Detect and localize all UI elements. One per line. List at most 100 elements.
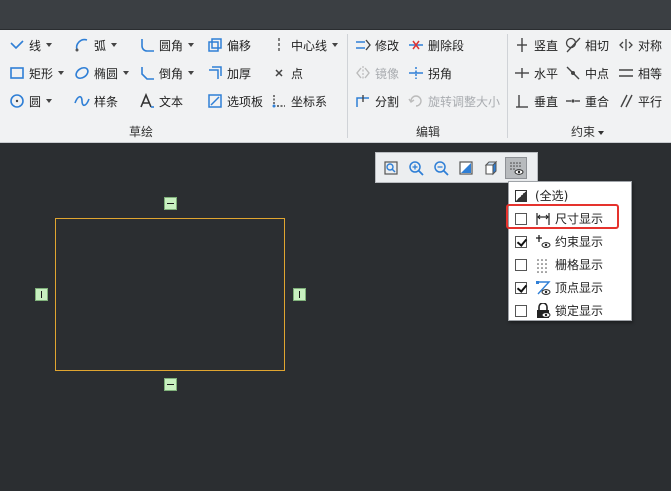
menu-item-grid-display[interactable]: 栅格显示 [509, 253, 631, 276]
offset-button[interactable]: 偏移 [207, 34, 251, 56]
refit-button[interactable] [380, 157, 402, 179]
horizontal-constraint-marker[interactable] [164, 197, 177, 210]
vertical-label: 竖直 [534, 38, 559, 53]
equal-label: 相等 [638, 66, 663, 81]
sketch-rectangle[interactable] [55, 218, 285, 371]
chevron-down-icon[interactable] [58, 71, 65, 75]
dimension-display-checkbox[interactable] [515, 212, 527, 225]
corner-button[interactable]: 拐角 [408, 62, 452, 84]
zoom-out-button[interactable] [430, 157, 452, 179]
sketcher-display-button[interactable] [505, 156, 527, 179]
tangent-constraint-button[interactable]: 相切 [565, 34, 609, 56]
point-button[interactable]: 点 [271, 62, 303, 84]
divide-label: 分割 [375, 94, 400, 109]
midpoint-icon [565, 65, 581, 81]
display-style-button[interactable] [455, 157, 477, 179]
parallel-label: 平行 [638, 94, 663, 109]
horizontal-icon [514, 65, 530, 81]
palette-icon [207, 93, 223, 109]
perpendicular-constraint-button[interactable]: 垂直 [514, 90, 558, 112]
divide-button[interactable]: 分割 [355, 90, 399, 112]
perpendicular-label: 垂直 [534, 94, 559, 109]
delete-segment-icon [408, 37, 424, 53]
circle-button[interactable]: 圆 [9, 90, 53, 112]
circle-icon [9, 93, 25, 109]
chevron-down-icon[interactable] [46, 43, 53, 47]
coincident-constraint-button[interactable]: 重合 [565, 90, 609, 112]
ellipse-label: 椭圆 [94, 66, 119, 81]
menu-item-vertex-display[interactable]: 顶点显示 [509, 276, 631, 299]
menu-item-lock-display[interactable]: 锁定显示 [509, 299, 631, 322]
group-label-constraint[interactable]: 约束 [571, 123, 605, 140]
grid-eye-icon [510, 161, 524, 175]
chevron-down-icon[interactable] [188, 71, 195, 75]
view-toolbar [375, 152, 538, 183]
rectangle-button[interactable]: 矩形 [9, 62, 65, 84]
palette-label: 选项板 [227, 94, 264, 109]
tangent-icon [565, 37, 581, 53]
corner-icon [408, 65, 424, 81]
coordsys-button[interactable]: 坐标系 [271, 90, 327, 112]
ellipse-button[interactable]: 椭圆 [74, 62, 130, 84]
sketcher-display-menu: (全选) 尺寸显示 约束显示 栅格显示 顶点显示 锁定显示 [508, 181, 632, 321]
spline-button[interactable]: 样条 [74, 90, 118, 112]
constraint-display-checkbox[interactable] [515, 235, 527, 248]
grid-display-checkbox[interactable] [515, 258, 527, 271]
thicken-label: 加厚 [227, 66, 252, 81]
horizontal-constraint-button[interactable]: 水平 [514, 62, 558, 84]
thicken-button[interactable]: 加厚 [207, 62, 251, 84]
chevron-down-icon[interactable] [123, 71, 130, 75]
vertical-constraint-button[interactable]: 竖直 [514, 34, 558, 56]
fillet-button[interactable]: 圆角 [139, 34, 195, 56]
rotate-resize-button[interactable]: 旋转调整大小 [408, 90, 500, 112]
menu-item-label: 锁定显示 [555, 304, 604, 318]
mirror-button[interactable]: 镜像 [355, 62, 399, 84]
spline-icon [74, 93, 90, 109]
chevron-down-icon[interactable] [332, 43, 339, 47]
menu-item-select-all[interactable]: (全选) [509, 184, 631, 207]
menu-item-dimension-display[interactable]: 尺寸显示 [509, 207, 631, 230]
line-button[interactable]: 线 [9, 34, 53, 56]
vertical-constraint-marker[interactable] [35, 288, 48, 301]
symmetric-constraint-button[interactable]: 对称 [618, 34, 662, 56]
modify-button[interactable]: 修改 [355, 34, 399, 56]
mirror-icon [355, 65, 371, 81]
menu-item-constraint-display[interactable]: 约束显示 [509, 230, 631, 253]
parallel-icon [618, 93, 634, 109]
coordinate-system-icon [271, 93, 287, 109]
saved-views-button[interactable] [480, 157, 502, 179]
lock-icon [535, 302, 551, 319]
text-label: 文本 [159, 94, 184, 109]
chevron-down-icon[interactable] [188, 43, 195, 47]
vertical-constraint-marker[interactable] [293, 288, 306, 301]
chevron-down-icon[interactable] [111, 43, 118, 47]
arc-button[interactable]: 弧 [74, 34, 118, 56]
horizontal-constraint-marker[interactable] [164, 378, 177, 391]
menu-item-label: (全选) [535, 189, 569, 203]
vertex-display-checkbox[interactable] [515, 281, 527, 294]
group-divider [347, 34, 348, 138]
delete-segment-button[interactable]: 删除段 [408, 34, 464, 56]
chamfer-button[interactable]: 倒角 [139, 62, 195, 84]
perpendicular-icon [514, 93, 530, 109]
constraint-icon [535, 234, 551, 250]
lock-display-checkbox[interactable] [515, 304, 527, 317]
chevron-down-icon[interactable] [46, 99, 53, 103]
midpoint-constraint-button[interactable]: 中点 [565, 62, 609, 84]
modify-icon [355, 37, 371, 53]
parallel-constraint-button[interactable]: 平行 [618, 90, 662, 112]
zoom-in-icon [409, 160, 424, 176]
rectangle-label: 矩形 [29, 66, 54, 81]
palette-button[interactable]: 选项板 [207, 90, 263, 112]
coordsys-label: 坐标系 [291, 94, 328, 109]
text-button[interactable]: 文本 [139, 90, 183, 112]
point-label: 点 [291, 66, 304, 81]
select-all-checkbox[interactable] [515, 189, 527, 202]
thicken-icon [207, 65, 223, 81]
horizontal-label: 水平 [534, 66, 559, 81]
centerline-button[interactable]: 中心线 [271, 34, 339, 56]
equal-constraint-button[interactable]: 相等 [618, 62, 662, 84]
rectangle-icon [9, 65, 25, 81]
zoom-in-button[interactable] [405, 157, 427, 179]
line-icon [9, 37, 25, 53]
